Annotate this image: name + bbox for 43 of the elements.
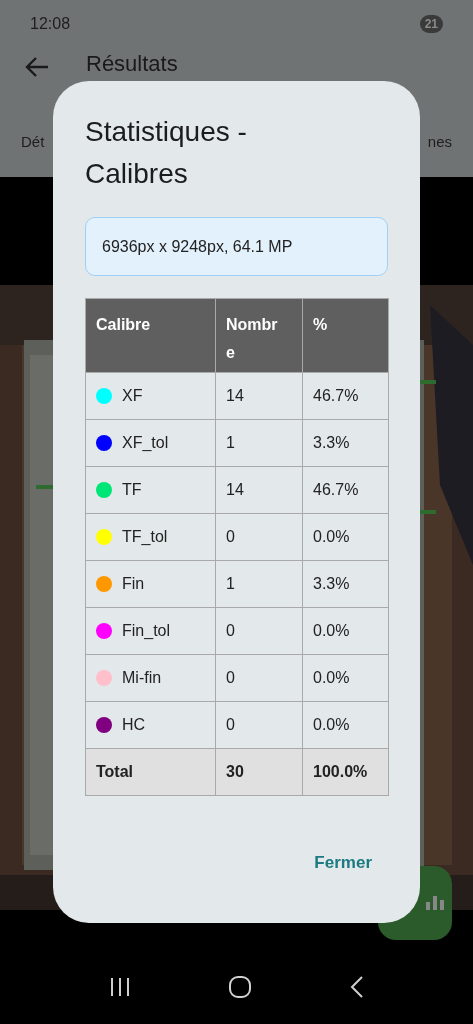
table-cell: 0.0%: [302, 607, 389, 655]
table-cell: 3.3%: [302, 560, 389, 608]
status-time: 12:08: [30, 13, 71, 34]
calibre-name: TF: [122, 480, 142, 500]
table-cell: 46.7%: [302, 372, 389, 420]
table-cell: 0.0%: [302, 701, 389, 749]
table-cell: 3.3%: [302, 419, 389, 467]
table-cell: 1: [215, 419, 303, 467]
image-info-box: 6936px x 9248px, 64.1 MP: [85, 217, 388, 276]
table-cell: Total: [85, 748, 216, 796]
table-cell: 0: [215, 607, 303, 655]
calibre-name: Fin: [122, 574, 145, 594]
table-cell: 0.0%: [302, 513, 389, 561]
table-cell: 1: [215, 560, 303, 608]
table-cell: 14: [215, 372, 303, 420]
column-header: Nombre: [215, 298, 303, 373]
calibre-name: XF_tol: [122, 433, 169, 453]
column-header: %: [302, 298, 389, 373]
tab[interactable]: nes: [427, 130, 452, 154]
table-cell: 14: [215, 466, 303, 514]
home-icon[interactable]: [229, 976, 252, 998]
recent-apps-icon[interactable]: [109, 977, 132, 997]
bar-chart-icon: [426, 896, 444, 910]
table-cell: 0: [215, 701, 303, 749]
back-arrow-icon[interactable]: [24, 55, 50, 79]
close-button[interactable]: Fermer: [312, 846, 374, 880]
tab[interactable]: Dét: [21, 130, 45, 154]
column-header: Calibre: [85, 298, 216, 373]
dialog-title: Statistiques - Calibres: [85, 115, 248, 191]
table-cell: 30: [215, 748, 303, 796]
calibre-name: TF_tol: [122, 527, 168, 547]
table-cell: 0: [215, 654, 303, 702]
calibre-name: Fin_tol: [122, 621, 171, 641]
calibre-name: HC: [122, 715, 146, 735]
table-cell: 0: [215, 513, 303, 561]
table-cell: 0.0%: [302, 654, 389, 702]
table-cell: 100.0%: [302, 748, 389, 796]
back-icon[interactable]: [349, 976, 364, 998]
calibre-name: Mi-fin: [122, 668, 162, 688]
table-cell: 46.7%: [302, 466, 389, 514]
calibre-name: XF: [122, 386, 143, 406]
battery-level: 21: [419, 14, 443, 33]
page-title: Résultats: [86, 51, 178, 77]
